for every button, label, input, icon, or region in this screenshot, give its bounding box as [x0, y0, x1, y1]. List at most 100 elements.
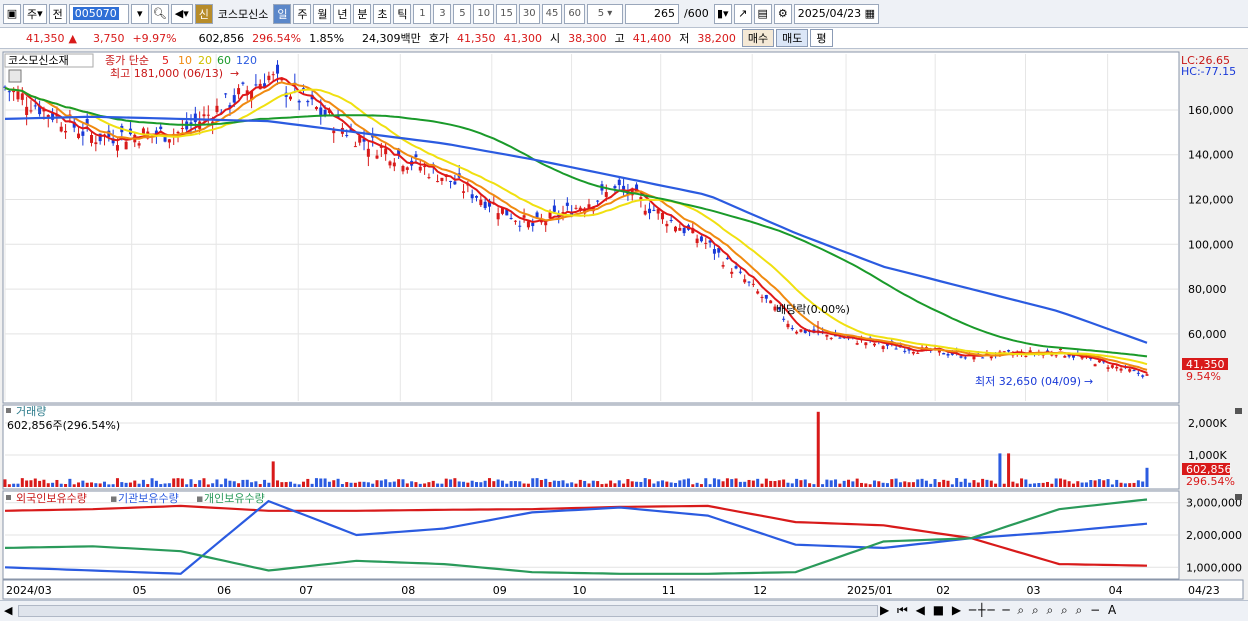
volume-pane-handle[interactable] [6, 408, 11, 413]
candle-body [751, 283, 755, 285]
tab-month[interactable]: 월 [313, 3, 332, 24]
candle-body [1093, 364, 1097, 367]
volume-bar [604, 483, 608, 487]
num-15[interactable]: 15 [496, 3, 517, 24]
scroll-track[interactable] [18, 605, 878, 617]
tab-week[interactable]: 주 [293, 3, 312, 24]
volume-bar [198, 480, 202, 487]
volume-bar [293, 483, 297, 487]
candle-body [479, 199, 483, 206]
num-45[interactable]: 45 [541, 3, 563, 24]
current-price: 41,350 [26, 31, 65, 45]
draw-icon[interactable]: ↗ [733, 3, 752, 24]
candle-body [267, 75, 271, 81]
num-select[interactable]: 5 ▾ [587, 3, 624, 24]
speaker-icon[interactable]: ◀▾ [170, 3, 193, 24]
open-price: 38,300 [568, 31, 607, 45]
volume-pane[interactable] [2, 404, 1180, 490]
volume-bar [51, 482, 55, 487]
date-input[interactable]: 2025/04/23 ▦ [793, 3, 880, 24]
eval-button[interactable]: 평 [810, 29, 833, 47]
volume-bar [1011, 481, 1015, 487]
candle-body [981, 357, 985, 359]
volume-bar [609, 480, 613, 487]
volume-bar [803, 479, 807, 487]
volume-bar [133, 480, 137, 487]
buy-button[interactable]: 매수 [741, 29, 775, 47]
num-10[interactable]: 10 [473, 3, 495, 24]
volume-bar [786, 482, 790, 487]
chart-area[interactable]: 160,000 140,000 120,000 100,000 80,000 60,000… [0, 49, 1248, 600]
volume-bar [90, 482, 94, 487]
volume-bar [340, 484, 344, 487]
holding-pane-handle[interactable] [6, 495, 11, 500]
candle-body [643, 210, 647, 215]
holding-close-icon[interactable] [1235, 494, 1242, 500]
volume-bar [734, 478, 738, 487]
volume-bar [1141, 481, 1145, 487]
num-1[interactable]: 1 [413, 3, 432, 24]
num-60[interactable]: 60 [564, 3, 586, 24]
num-30[interactable]: 30 [518, 3, 540, 24]
num-5[interactable]: 5 [453, 3, 472, 24]
volume-bar [128, 482, 132, 487]
volume-bar [1015, 483, 1019, 487]
volume-bar [297, 484, 301, 487]
candle-body [617, 179, 621, 186]
scroll-left-icon[interactable]: ◀ [4, 604, 12, 617]
holding-y-tick: 1,000,000 [1186, 561, 1242, 574]
stock-label: 코스모신소재 [8, 54, 69, 67]
volume-bar [332, 480, 336, 487]
candle-body [232, 95, 236, 103]
prev-select[interactable]: 전 [48, 3, 67, 24]
candle-body [29, 110, 33, 112]
grid-toggle-icon[interactable] [8, 69, 22, 83]
price-pane[interactable] [2, 51, 1180, 404]
candle-icon[interactable]: ▮▾ [713, 3, 732, 24]
volume-bar [55, 479, 59, 487]
sin-badge[interactable]: 신 [194, 3, 213, 24]
volume-bar [245, 479, 249, 487]
volume-bar [237, 483, 241, 487]
toolbar-icons[interactable]: ▶ ⏮ ◀ ■ ▶ ─┼─ ─ ⌕ ⌕ ⌕ ⌕ ⌕ − A [880, 603, 1118, 618]
layout-icon[interactable]: ▣ [3, 3, 21, 24]
tab-second[interactable]: 초 [373, 3, 392, 24]
volume-bar [942, 479, 946, 487]
tab-tick[interactable]: 틱 [393, 3, 412, 24]
volume-bar [29, 480, 33, 487]
sep-icon-2: ▪ [196, 492, 203, 505]
gear-icon[interactable]: ⚙ [773, 3, 792, 24]
period-select[interactable]: 주 ▾ [23, 3, 47, 24]
volume-bar [371, 483, 375, 487]
price-y-axis: 160,000 140,000 120,000 100,000 80,000 60,000 [1188, 104, 1234, 341]
candle-body [1054, 355, 1058, 357]
volume-bar [994, 483, 998, 487]
volume-close-icon[interactable] [1235, 408, 1242, 414]
volume-bar [384, 479, 388, 487]
num-3[interactable]: 3 [433, 3, 452, 24]
save-icon[interactable]: ▤ [753, 3, 772, 24]
count-input[interactable]: 265 [625, 3, 680, 24]
tab-day[interactable]: 일 [273, 3, 292, 24]
candle-body [449, 180, 453, 182]
volume-bar [691, 484, 695, 487]
code-dropdown-icon[interactable]: ▾ [130, 3, 149, 24]
scrollbar[interactable]: ◀ ▶ ⏮ ◀ ■ ▶ ─┼─ ─ ⌕ ⌕ ⌕ ⌕ ⌕ − A [0, 600, 1248, 621]
volume-bar [189, 479, 193, 487]
tab-year[interactable]: 년 [333, 3, 352, 24]
volume-bar [522, 483, 526, 487]
candle-body [682, 227, 686, 234]
volume-bar [167, 483, 171, 487]
code-input[interactable]: 005070 [68, 3, 129, 24]
candle-body [1128, 369, 1132, 372]
candle-body [224, 93, 228, 95]
quote-label: 호가 [428, 32, 450, 45]
volume-bar [124, 482, 128, 487]
low-label: 저 [679, 32, 690, 45]
volume-bar [120, 482, 124, 487]
tab-minute[interactable]: 분 [353, 3, 372, 24]
sell-button[interactable]: 매도 [776, 29, 809, 47]
candle-body [180, 128, 184, 130]
volume-bar [583, 480, 587, 487]
search-icon[interactable]: 🔍︎ [150, 3, 169, 24]
